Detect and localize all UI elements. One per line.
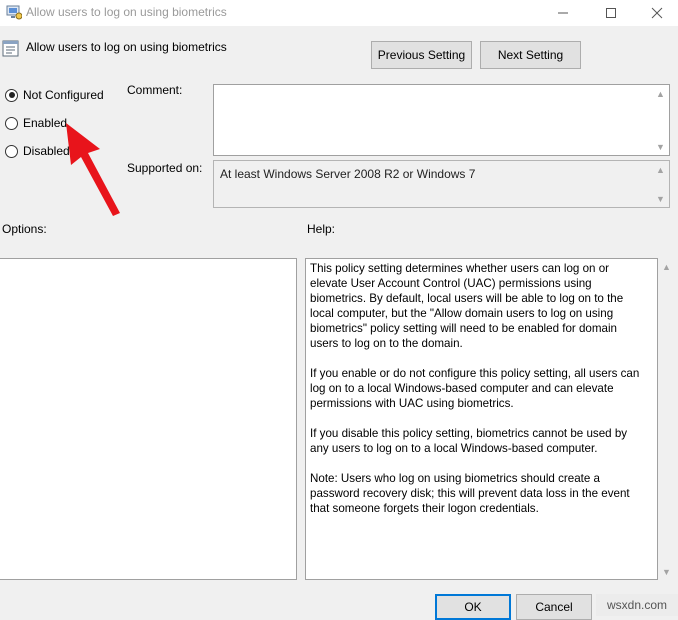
red-arrow-icon	[66, 123, 120, 216]
help-panel: This policy setting determines whether u…	[305, 258, 658, 580]
minimize-icon	[558, 12, 568, 14]
radio-indicator[interactable]	[5, 144, 18, 158]
help-paragraph: This policy setting determines whether u…	[310, 262, 624, 350]
ok-button[interactable]: OK	[435, 594, 511, 620]
radio-not-configured[interactable]: Not Configured	[5, 87, 104, 103]
app-icon	[6, 5, 22, 20]
comment-scrollbar[interactable]: ▲ ▼	[652, 85, 669, 155]
help-text: This policy setting determines whether u…	[310, 261, 640, 531]
close-icon	[651, 7, 663, 19]
policy-title: Allow users to log on using biometrics	[26, 40, 227, 54]
help-scrollbar[interactable]: ▲ ▼	[658, 258, 675, 580]
scroll-down-icon[interactable]: ▼	[658, 563, 675, 580]
scroll-down-icon[interactable]: ▼	[652, 190, 669, 207]
help-paragraph: If you disable this policy setting, biom…	[310, 427, 628, 455]
cancel-button[interactable]: Cancel	[516, 594, 592, 620]
radio-indicator[interactable]	[5, 88, 18, 102]
help-label: Help:	[307, 222, 336, 236]
maximize-button[interactable]	[588, 0, 634, 26]
watermark: wsxdn.com	[596, 594, 678, 616]
maximize-icon	[606, 8, 616, 18]
minimize-button[interactable]	[540, 0, 586, 26]
supported-on-value: At least Windows Server 2008 R2 or Windo…	[220, 167, 476, 181]
supported-scrollbar[interactable]: ▲ ▼	[652, 161, 669, 207]
close-button[interactable]	[634, 0, 678, 26]
help-paragraph: If you enable or do not configure this p…	[310, 367, 640, 410]
policy-icon	[2, 40, 19, 57]
radio-indicator[interactable]	[5, 116, 18, 130]
previous-setting-button[interactable]: Previous Setting	[371, 41, 472, 69]
scroll-down-icon[interactable]: ▼	[652, 138, 669, 155]
scroll-up-icon[interactable]: ▲	[652, 161, 669, 178]
title-bar: Allow users to log on using biometrics	[0, 0, 678, 26]
supported-on-label: Supported on:	[127, 161, 203, 175]
scroll-up-icon[interactable]: ▲	[652, 85, 669, 102]
window-title: Allow users to log on using biometrics	[26, 5, 227, 19]
next-setting-button[interactable]: Next Setting	[480, 41, 581, 69]
options-panel	[0, 258, 297, 580]
options-label: Options:	[2, 222, 47, 236]
scroll-up-icon[interactable]: ▲	[658, 258, 675, 275]
comment-label: Comment:	[127, 83, 183, 97]
supported-on-field: At least Windows Server 2008 R2 or Windo…	[213, 160, 670, 208]
radio-label: Not Configured	[23, 88, 104, 102]
comment-field[interactable]: ▲ ▼	[213, 84, 670, 156]
help-paragraph: Note: Users who log on using biometrics …	[310, 472, 630, 515]
